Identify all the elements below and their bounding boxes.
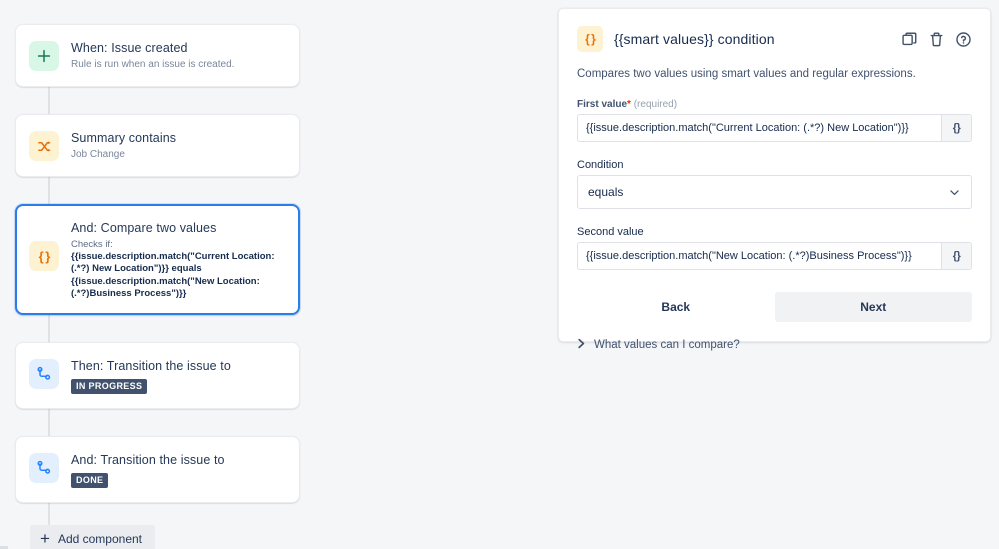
required-asterisk: * — [627, 99, 631, 110]
condition-label: Condition — [577, 159, 624, 171]
chain-connector — [48, 409, 50, 437]
condition-selected-value: equals — [588, 185, 624, 199]
component-title: And: Transition the issue to — [71, 453, 225, 468]
first-value-field-wrap: {} — [577, 114, 972, 142]
status-badge: DONE — [71, 473, 109, 489]
first-value-input[interactable] — [578, 115, 941, 141]
component-subtitle: Job Change — [71, 149, 125, 160]
automation-rule-builder: When: Issue created Rule is run when an … — [0, 0, 999, 549]
what-values-can-i-compare-expander[interactable]: What values can I compare? — [577, 338, 972, 352]
component-title: Then: Transition the issue to — [71, 359, 231, 374]
shuffle-icon — [29, 131, 59, 161]
smart-values-braces-icon: { } — [29, 241, 59, 271]
chevron-right-icon — [577, 338, 586, 352]
component-title: When: Issue created — [71, 41, 188, 55]
transition-icon — [29, 453, 59, 484]
chevron-down-icon — [948, 186, 961, 199]
rule-component-transition-in-progress[interactable]: Then: Transition the issue to IN PROGRES… — [15, 342, 300, 410]
rule-component-transition-done[interactable]: And: Transition the issue to DONE — [15, 436, 300, 504]
add-component-label: Add component — [57, 532, 142, 547]
smart-values-picker-button[interactable]: {} — [941, 115, 971, 141]
smart-values-braces-icon: { } — [577, 26, 603, 52]
second-value-label: Second value — [577, 226, 644, 238]
component-detail-lead: Checks if: — [71, 239, 113, 250]
rule-component-summary-contains[interactable]: Summary contains Job Change — [15, 114, 300, 177]
duplicate-icon[interactable] — [901, 31, 918, 48]
page-title: {{smart values}} condition — [614, 31, 775, 47]
chain-connector — [48, 315, 50, 343]
panel-actions — [901, 31, 972, 48]
chain-connector — [48, 87, 50, 114]
status-badge: IN PROGRESS — [71, 379, 148, 395]
chain-connector — [48, 503, 50, 526]
first-value-label: First value* (required) — [577, 99, 972, 110]
rule-component-when-issue-created[interactable]: When: Issue created Rule is run when an … — [15, 24, 300, 87]
rule-component-compare-two-values[interactable]: { } And: Compare two values Checks if: {… — [15, 204, 300, 316]
panel-header: { } {{smart values}} condition — [577, 26, 972, 52]
add-component-button[interactable]: + Add component — [30, 525, 155, 549]
panel-button-row: Back Next — [577, 292, 972, 322]
expander-label: What values can I compare? — [594, 339, 740, 351]
component-detail-expression: {{issue.description.match("Current Locat… — [71, 251, 275, 299]
component-detail-panel: { } {{smart values}} condition Compares … — [558, 8, 991, 351]
help-icon[interactable] — [955, 31, 972, 48]
plus-icon: + — [40, 529, 50, 549]
panel-description: Compares two values using smart values a… — [577, 68, 916, 80]
component-subtitle: Rule is run when an issue is created. — [71, 59, 235, 70]
second-value-input[interactable] — [578, 243, 941, 269]
trash-icon[interactable] — [928, 31, 945, 48]
component-detail: Checks if: {{issue.description.match("Cu… — [71, 239, 285, 300]
component-title: Summary contains — [71, 131, 177, 145]
rule-component-chain: When: Issue created Rule is run when an … — [0, 0, 558, 549]
component-title: And: Compare two values — [71, 221, 217, 235]
smart-values-picker-button[interactable]: {} — [941, 243, 971, 269]
back-button[interactable]: Back — [577, 292, 775, 322]
first-value-label-text: First value — [577, 99, 628, 110]
next-button[interactable]: Next — [774, 292, 972, 322]
transition-icon — [29, 359, 59, 390]
second-value-field-wrap: {} — [577, 242, 972, 270]
required-hint: (required) — [633, 99, 678, 110]
plus-icon — [29, 41, 59, 71]
chain-connector — [48, 177, 50, 204]
condition-select[interactable]: equals — [577, 175, 972, 209]
